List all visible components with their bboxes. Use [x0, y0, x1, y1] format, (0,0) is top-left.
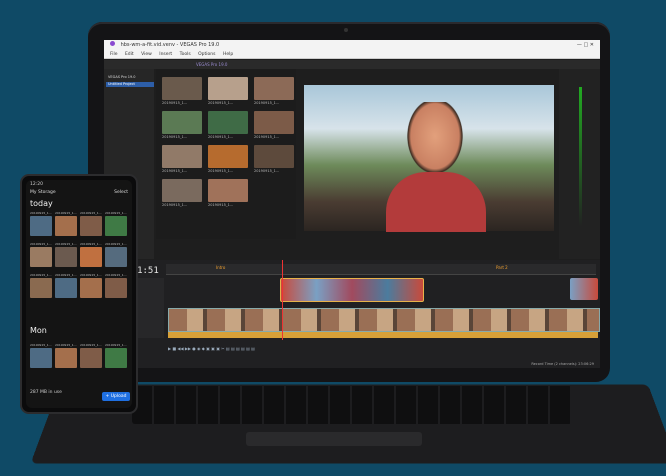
phone-thumbnail-caption: 20190915_1...: [105, 273, 127, 277]
phone-thumbnail-caption: 20190915_1...: [55, 211, 77, 215]
app-icon: [110, 41, 115, 46]
menu-tools[interactable]: Tools: [180, 52, 191, 57]
phone-thumbnail[interactable]: [30, 348, 52, 368]
phone-thumbnail-caption: 20190915_1...: [105, 242, 127, 246]
video-clip-selected[interactable]: [280, 278, 424, 302]
phone-thumbnail-caption: 20190915_1...: [80, 343, 102, 347]
phone-thumbnail-caption: 20190915_1...: [30, 273, 52, 277]
preview-subject: [404, 102, 466, 178]
phone-thumbnail[interactable]: [30, 247, 52, 267]
upload-button[interactable]: + Upload: [102, 392, 130, 401]
media-thumbnail[interactable]: [162, 77, 202, 100]
media-bin: 20190915_1... 20190915_1... 20190915_1... 2…: [156, 69, 296, 239]
section-mon: Mon: [30, 326, 47, 335]
phone-thumbnail-caption: 20190915_1...: [30, 211, 52, 215]
phone-thumbnail[interactable]: [80, 348, 102, 368]
menu-insert[interactable]: Insert: [159, 52, 172, 57]
phone-thumbnail-caption: 20190915_1...: [80, 211, 102, 215]
timeline-panel: +00:01:51 Intro Part 2 ▶ ■ ◀◀ ▶▶ ● ◉ ◆ ▣…: [104, 260, 600, 368]
touchpad[interactable]: [246, 432, 422, 446]
media-thumbnail[interactable]: [162, 111, 202, 134]
window-titlebar: hbs-wm-a-fit.vid.venv - VEGAS Pro 19.0 —…: [104, 40, 600, 51]
webcam-icon: [344, 28, 348, 32]
phone-status-time: 12:20: [30, 182, 43, 187]
phone-thumbnail-caption: 20190915_1...: [80, 242, 102, 246]
phone-thumbnail[interactable]: [105, 278, 127, 298]
phone-thumbnail-caption: 20190915_1...: [55, 242, 77, 246]
menu-file[interactable]: File: [110, 52, 118, 57]
laptop-screen: hbs-wm-a-fit.vid.venv - VEGAS Pro 19.0 —…: [104, 40, 600, 368]
phone-thumbnail-caption: 20190915_1...: [55, 273, 77, 277]
phone-thumbnail[interactable]: [30, 216, 52, 236]
media-caption: 20190915_1...: [208, 135, 234, 139]
marker-part2[interactable]: Part 2: [496, 265, 508, 270]
phone-thumbnail[interactable]: [105, 216, 127, 236]
menu-edit[interactable]: Edit: [125, 52, 134, 57]
phone-thumbnail[interactable]: [30, 278, 52, 298]
project-label: VEGAS Pro 19.0: [108, 75, 136, 79]
select-button[interactable]: Select: [114, 190, 128, 195]
marker-intro[interactable]: Intro: [216, 265, 225, 270]
menu-view[interactable]: View: [141, 52, 152, 57]
media-thumbnail[interactable]: [162, 145, 202, 168]
phone-thumbnail-caption: 20190915_1...: [80, 273, 102, 277]
menu-help[interactable]: Help: [223, 52, 233, 57]
meter-bar: [579, 87, 582, 227]
phone-thumbnail[interactable]: [80, 216, 102, 236]
phone-thumbnail[interactable]: [55, 216, 77, 236]
bin-item[interactable]: Untitled Project: [106, 82, 154, 87]
media-caption: 20190915_1...: [162, 169, 188, 173]
video-track[interactable]: [168, 308, 600, 332]
phone-thumbnail-caption: 20190915_1...: [55, 343, 77, 347]
back-label[interactable]: My Storage: [30, 190, 56, 195]
media-thumbnail[interactable]: [254, 111, 294, 134]
media-thumbnail[interactable]: [208, 77, 248, 100]
media-thumbnail[interactable]: [208, 111, 248, 134]
phone-thumbnail[interactable]: [105, 348, 127, 368]
phone-thumbnail[interactable]: [55, 247, 77, 267]
phone: 12:20 My Storage Select today Mon 287 MB…: [20, 174, 138, 414]
phone-thumbnail-caption: 20190915_1...: [105, 211, 127, 215]
phone-thumbnail[interactable]: [80, 247, 102, 267]
phone-thumbnail[interactable]: [80, 278, 102, 298]
media-caption: 20190915_1...: [254, 135, 280, 139]
media-caption: 20190915_1...: [208, 169, 234, 173]
phone-thumbnail-caption: 20190915_1...: [30, 343, 52, 347]
phone-thumbnail-caption: 20190915_1...: [30, 242, 52, 246]
storage-usage: 287 MB in use: [30, 390, 62, 395]
media-caption: 20190915_1...: [208, 203, 234, 207]
menu-bar: File Edit View Insert Tools Options Help: [104, 51, 600, 59]
media-thumbnail[interactable]: [208, 145, 248, 168]
phone-thumbnail[interactable]: [55, 278, 77, 298]
phone-screen: 12:20 My Storage Select today Mon 287 MB…: [26, 180, 132, 408]
media-thumbnail[interactable]: [162, 179, 202, 202]
transport-controls[interactable]: ▶ ■ ◀◀ ▶▶ ● ◉ ◆ ▣ ▣ ▣ ✂ ▤ ▤ ▤ ▤ ▤ ▤: [168, 346, 598, 352]
window-title: hbs-wm-a-fit.vid.venv - VEGAS Pro 19.0: [120, 42, 220, 48]
audio-meter-panel: [559, 69, 600, 259]
media-caption: 20190915_1...: [208, 101, 234, 105]
status-text: Record Time (2 channels): 23:06:29: [531, 362, 594, 366]
timeline-ruler[interactable]: Intro Part 2: [166, 264, 596, 275]
preview-subject-shirt: [386, 172, 486, 232]
media-thumbnail[interactable]: [254, 77, 294, 100]
audio-track[interactable]: [168, 332, 598, 338]
media-caption: 20190915_1...: [254, 169, 280, 173]
media-caption: 20190915_1...: [254, 101, 280, 105]
media-thumbnail[interactable]: [254, 145, 294, 168]
phone-thumbnail[interactable]: [55, 348, 77, 368]
phone-thumbnail-caption: 20190915_1...: [105, 343, 127, 347]
media-caption: 20190915_1...: [162, 135, 188, 139]
phone-thumbnail[interactable]: [105, 247, 127, 267]
menu-options[interactable]: Options: [198, 52, 215, 57]
toolbar: VEGAS Pro 19.0: [104, 60, 600, 69]
video-clip[interactable]: [570, 278, 598, 300]
media-thumbnail[interactable]: [208, 179, 248, 202]
media-caption: 20190915_1...: [162, 101, 188, 105]
window-controls[interactable]: — □ ✕: [577, 40, 594, 51]
keyboard-keys: [132, 386, 572, 424]
playhead[interactable]: [282, 260, 283, 340]
project-tab[interactable]: VEGAS Pro 19.0: [196, 62, 227, 67]
section-today: today: [30, 199, 53, 208]
media-caption: 20190915_1...: [162, 203, 188, 207]
